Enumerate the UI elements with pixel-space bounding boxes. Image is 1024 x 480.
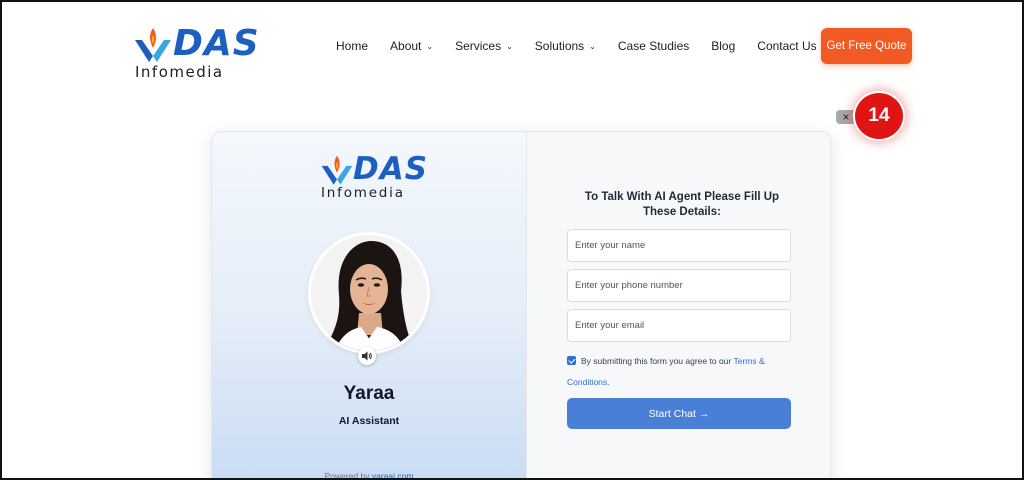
nav-label: Services (455, 39, 502, 53)
agent-name: Yaraa (343, 383, 395, 404)
name-field[interactable] (567, 229, 791, 262)
logo-tagline: Infomedia (135, 63, 224, 81)
email-field[interactable] (567, 309, 791, 342)
chevron-down-icon: ⌄ (426, 41, 434, 51)
widget-logo-tagline: Infomedia (321, 185, 405, 201)
nav-services[interactable]: Services ⌄ (455, 39, 513, 53)
powered-by: Powered by yaraai.com (212, 471, 526, 480)
agent-portrait-image (311, 235, 427, 351)
powered-by-label: Powered by (324, 471, 370, 480)
chevron-down-icon: ⌄ (506, 41, 513, 51)
nav-label: Case Studies (617, 39, 690, 53)
nav-case-studies[interactable]: Case Studies (618, 39, 689, 53)
consent-row: By submitting this form you agree to our… (567, 351, 797, 393)
ai-agent-widget: DAS Infomedia Yaraa AI Assistant Powered… (211, 131, 831, 480)
site-logo[interactable]: DAS Infomedia (133, 24, 259, 82)
powered-by-link[interactable]: yaraai.com (372, 471, 414, 480)
nav-solutions[interactable]: Solutions ⌄ (535, 39, 596, 53)
close-widget-button[interactable]: × (836, 110, 856, 124)
nav-label: Home (336, 39, 369, 53)
agent-profile-panel: DAS Infomedia Yaraa AI Assistant Powered… (212, 132, 526, 480)
consent-text: By submitting this form you agree to our (581, 356, 732, 366)
nav-blog[interactable]: Blog (711, 39, 735, 53)
agent-avatar (311, 235, 427, 351)
logo-mark-icon (321, 155, 353, 185)
lead-form-panel: To Talk With AI Agent Please Fill Up The… (526, 132, 830, 480)
phone-field[interactable] (567, 269, 791, 302)
speaker-icon[interactable] (358, 347, 376, 365)
widget-logo-wordmark: DAS (353, 151, 429, 187)
nav-label: Blog (711, 39, 736, 53)
logo-mark-icon (135, 28, 171, 62)
widget-logo: DAS Infomedia (320, 152, 427, 202)
nav-home[interactable]: Home (336, 39, 368, 53)
nav-contact-us[interactable]: Contact Us (757, 39, 816, 53)
logo-wordmark: DAS (173, 23, 260, 64)
agent-role: AI Assistant (338, 415, 400, 427)
form-title: To Talk With AI Agent Please Fill Up The… (584, 191, 780, 218)
nav-label: Solutions (534, 39, 585, 53)
get-free-quote-button[interactable]: Get Free Quote (821, 28, 912, 64)
start-chat-button[interactable]: Start Chat → (567, 398, 791, 429)
chevron-down-icon: ⌄ (589, 41, 596, 51)
nav-label: Contact Us (757, 39, 817, 53)
nav-label: About (390, 39, 422, 53)
consent-checkbox[interactable] (567, 356, 576, 365)
main-nav: Home About ⌄ Services ⌄ Solutions ⌄ Case St… (336, 38, 839, 54)
nav-about[interactable]: About ⌄ (390, 39, 433, 53)
notification-badge[interactable]: 14 (855, 93, 903, 139)
